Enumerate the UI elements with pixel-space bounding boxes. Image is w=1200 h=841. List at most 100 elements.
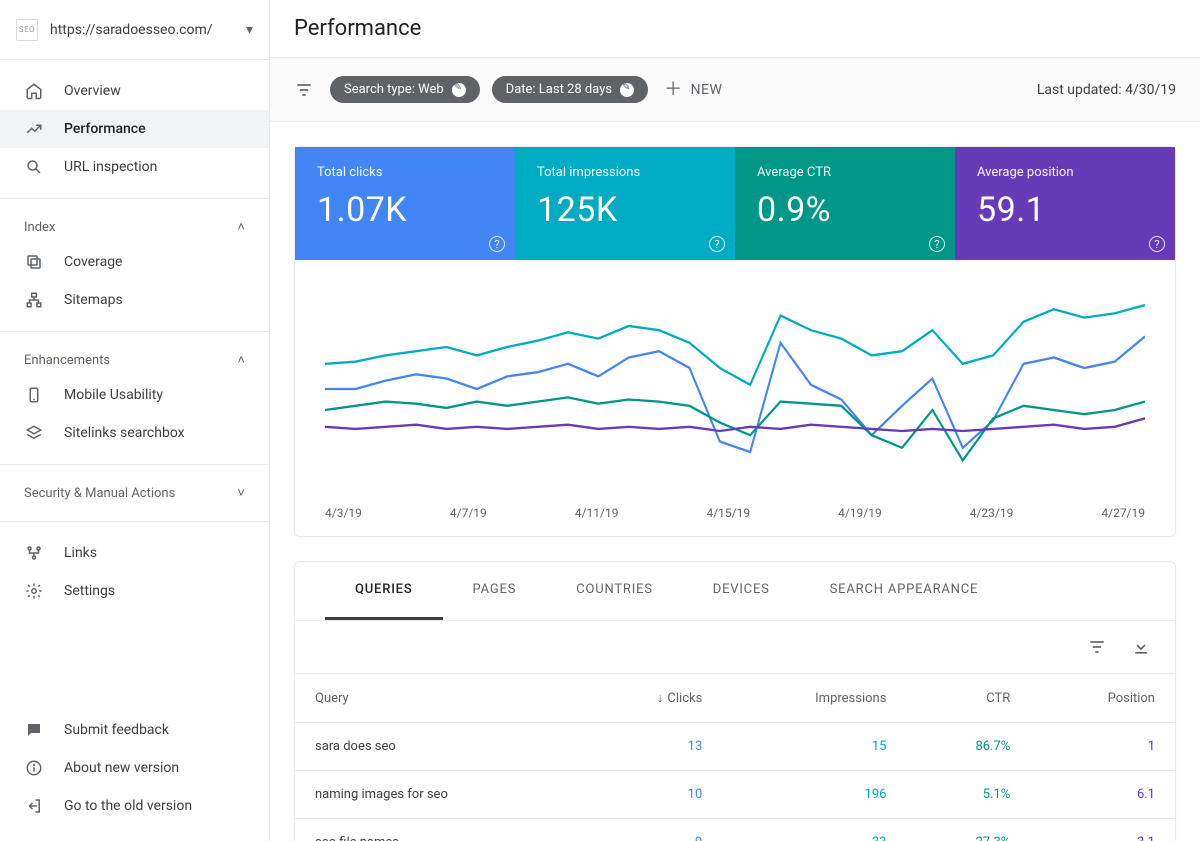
table-tools [295,621,1175,673]
sidebar-item-links[interactable]: Links [0,534,269,572]
sidebar-item-overview[interactable]: Overview [0,72,269,110]
help-icon[interactable]: ? [929,236,945,252]
tab-queries[interactable]: QUERIES [325,562,443,620]
pencil-icon [452,83,466,97]
site-logo-icon: SEO [16,19,38,41]
help-icon[interactable]: ? [489,236,505,252]
filter-chip-search-type[interactable]: Search type: Web [330,76,480,103]
sidebar-item-submit-feedback[interactable]: Submit feedback [0,711,269,749]
page-header: Performance [270,0,1200,58]
sidebar-item-mobile-usability[interactable]: Mobile Usability [0,376,269,414]
nav-group-enhancements: Enhancements ˄ Mobile Usability Sitelink… [0,332,269,465]
cell-position: 6.1 [1030,771,1175,819]
last-updated-text: Last updated: 4/30/19 [1037,82,1176,98]
chip-label: Search type: Web [344,82,444,97]
cell-ctr: 86.7% [906,723,1030,771]
sidebar-item-label: About new version [64,760,179,776]
chart-area [295,260,1175,502]
add-filter-button[interactable]: ＋ NEW [664,81,722,99]
sidebar-spacer [0,622,269,703]
col-clicks[interactable]: ↓Clicks [581,674,722,723]
chevron-down-icon: ˅ [237,485,245,501]
cell-ctr: 5.1% [906,771,1030,819]
nav-header-enhancements[interactable]: Enhancements ˄ [0,344,269,376]
col-impressions[interactable]: Impressions [722,674,906,723]
tab-pages[interactable]: PAGES [443,562,547,620]
tab-search-appearance[interactable]: SEARCH APPEARANCE [800,562,1009,620]
sidebar-item-performance[interactable]: Performance [0,110,269,148]
tile-value: 0.9% [757,190,933,230]
exit-icon [24,797,44,815]
cell-position: 3.1 [1030,819,1175,841]
new-label: NEW [691,82,723,98]
site-url: https://saradoesseo.com/ [50,22,234,38]
sidebar-item-url-inspection[interactable]: URL inspection [0,148,269,186]
pencil-icon [620,83,634,97]
content: Total clicks 1.07K ? Total impressions 1… [270,122,1200,841]
sidebar-item-coverage[interactable]: Coverage [0,243,269,281]
cell-impressions: 33 [722,819,906,841]
chart-series-position [325,418,1145,431]
metric-tile-clicks[interactable]: Total clicks 1.07K ? [295,147,515,260]
sidebar-item-label: Mobile Usability [64,387,163,403]
sidebar-item-about[interactable]: About new version [0,749,269,787]
info-icon [24,759,44,777]
help-icon[interactable]: ? [1149,236,1165,252]
metric-tile-impressions[interactable]: Total impressions 125K ? [515,147,735,260]
tile-value: 59.1 [977,190,1153,230]
tab-countries[interactable]: COUNTRIES [546,562,683,620]
tab-devices[interactable]: DEVICES [683,562,800,620]
table-row[interactable]: sara does seo131586.7%1 [295,723,1175,771]
col-query[interactable]: Query [295,674,581,723]
feedback-icon [24,721,44,739]
queries-table: Query ↓Clicks Impressions CTR Position s… [295,673,1175,841]
chevron-up-icon: ˄ [237,219,245,235]
tile-label: Total clicks [317,165,493,180]
sidebar-item-label: Sitelinks searchbox [64,425,185,441]
sidebar-item-label: Links [64,545,97,561]
plus-icon: ＋ [664,81,683,99]
col-position[interactable]: Position [1030,674,1175,723]
filter-icon[interactable] [294,80,314,100]
tile-value: 1.07K [317,190,493,230]
gear-icon [24,582,44,600]
layers-icon [24,424,44,442]
sidebar: SEO https://saradoesseo.com/ ▾ Overview … [0,0,270,841]
download-icon[interactable] [1131,637,1151,657]
cell-clicks: 9 [581,819,722,841]
sidebar-item-label: Submit feedback [64,722,169,738]
sidebar-item-label: Settings [64,583,115,599]
tile-value: 125K [537,190,713,230]
sitemap-icon [24,291,44,309]
sidebar-item-old-version[interactable]: Go to the old version [0,787,269,825]
sidebar-item-label: Performance [64,121,146,137]
nav-header-index[interactable]: Index ˄ [0,211,269,243]
site-selector[interactable]: SEO https://saradoesseo.com/ ▾ [0,0,269,60]
nav-header-label: Enhancements [24,353,110,368]
sidebar-footer: Submit feedback About new version Go to … [0,703,269,841]
filter-chip-date[interactable]: Date: Last 28 days [492,76,648,103]
sidebar-item-settings[interactable]: Settings [0,572,269,610]
cell-query: naming images for seo [295,771,581,819]
chart-series-impressions [325,305,1145,385]
metric-tiles: Total clicks 1.07K ? Total impressions 1… [295,147,1175,260]
sidebar-item-sitemaps[interactable]: Sitemaps [0,281,269,319]
metric-tile-position[interactable]: Average position 59.1 ? [955,147,1175,260]
tile-label: Average position [977,165,1153,180]
metric-tile-ctr[interactable]: Average CTR 0.9% ? [735,147,955,260]
x-axis-label: 4/7/19 [450,506,487,520]
x-axis-label: 4/23/19 [970,506,1014,520]
sidebar-item-sitelinks-searchbox[interactable]: Sitelinks searchbox [0,414,269,452]
col-ctr[interactable]: CTR [906,674,1030,723]
table-row[interactable]: naming images for seo101965.1%6.1 [295,771,1175,819]
table-row[interactable]: seo file names93327.3%3.1 [295,819,1175,841]
sidebar-item-label: Go to the old version [64,798,192,814]
x-axis-label: 4/11/19 [575,506,619,520]
nav-header-security[interactable]: Security & Manual Actions ˅ [0,477,269,509]
sidebar-item-label: Overview [64,83,121,99]
filter-icon[interactable] [1087,637,1107,657]
x-axis-label: 4/15/19 [706,506,750,520]
cell-ctr: 27.3% [906,819,1030,841]
help-icon[interactable]: ? [709,236,725,252]
cell-clicks: 13 [581,723,722,771]
